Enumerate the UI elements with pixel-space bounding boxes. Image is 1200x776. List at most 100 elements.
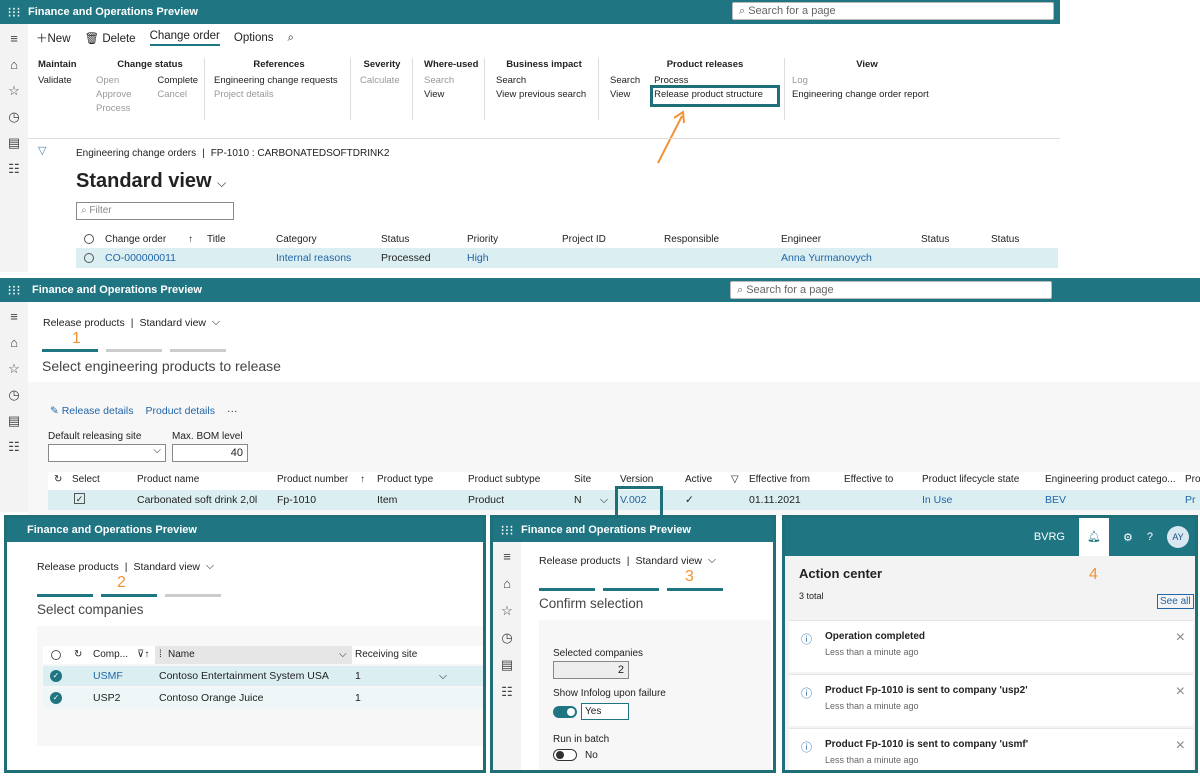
- info-icon: ⓘ: [801, 742, 812, 754]
- release-breadcrumb: Release products | Standard view ⌵: [43, 316, 220, 329]
- help-icon[interactable]: ?: [1147, 531, 1153, 543]
- group-references: References Engineering change requests P…: [214, 58, 344, 102]
- clock-icon[interactable]: ◷: [501, 629, 512, 647]
- where-used-view-button[interactable]: View: [424, 88, 478, 102]
- home-icon[interactable]: ⌂: [10, 334, 18, 352]
- menu-icon[interactable]: ≡: [10, 308, 18, 326]
- waffle-icon[interactable]: ⁝⁝⁝: [0, 4, 28, 21]
- notification-item[interactable]: ⓘ Product Fp-1010 is sent to company 'us…: [789, 674, 1193, 726]
- avatar[interactable]: AY: [1167, 526, 1189, 548]
- table-row[interactable]: CO-000000011 Internal reasons Processed …: [76, 248, 1058, 268]
- group-view: View Log Engineering change order report: [792, 58, 942, 102]
- notification-item[interactable]: ⓘ Operation completed Less than a minute…: [789, 620, 1193, 672]
- table-row[interactable]: ✓ USP2 Contoso Orange Juice 1: [43, 688, 483, 708]
- step4-panel: BVRG 🔔︎ ⚙ ? AY Action center 4 3 total S…: [782, 515, 1198, 773]
- search-placeholder: Search for a page: [748, 5, 836, 17]
- menu-icon[interactable]: ≡: [503, 548, 511, 566]
- process-status-button[interactable]: Process: [96, 102, 131, 116]
- tab-options[interactable]: Options: [234, 32, 274, 44]
- search-icon[interactable]: ⌕: [288, 32, 294, 45]
- infolog-value: Yes: [581, 703, 629, 720]
- open-button[interactable]: Open: [96, 74, 131, 88]
- search-box[interactable]: ⌕ Search for a page: [730, 281, 1052, 299]
- step-number: 2: [117, 574, 126, 591]
- cancel-button[interactable]: Cancel: [157, 88, 198, 102]
- delete-button[interactable]: 🗑 Delete: [85, 31, 136, 45]
- release-action-bar: ✎ Release details Product details ···: [50, 405, 237, 417]
- home-icon[interactable]: ⌂: [10, 56, 18, 74]
- validate-button[interactable]: Validate: [38, 74, 77, 88]
- engineering-change-requests-button[interactable]: Engineering change requests: [214, 74, 344, 88]
- release-search-button[interactable]: Search: [610, 74, 640, 88]
- home-icon[interactable]: ⌂: [503, 575, 511, 593]
- group-severity: Severity Calculate: [360, 58, 404, 88]
- gear-icon[interactable]: ⚙: [1123, 531, 1133, 544]
- page-title[interactable]: Standard view ⌵: [76, 170, 226, 193]
- star-icon[interactable]: ☆: [501, 602, 513, 620]
- action-center-title: Action center: [799, 566, 883, 581]
- step-title: Select engineering products to release: [42, 358, 281, 374]
- bell-icon[interactable]: 🔔︎: [1079, 518, 1109, 556]
- approve-button[interactable]: Approve: [96, 88, 131, 102]
- nav-rail: ≡ ⌂ ☆ ◷ ▤ ☷: [0, 302, 28, 512]
- tab-change-order[interactable]: Change order: [149, 30, 220, 46]
- version-highlight-box: [615, 486, 663, 516]
- complete-button[interactable]: Complete: [157, 74, 198, 88]
- where-used-search-button[interactable]: Search: [424, 74, 478, 88]
- step-number: 3: [685, 568, 694, 585]
- list-icon[interactable]: ☷: [501, 683, 513, 701]
- group-where-used: Where-used Search View: [424, 59, 479, 102]
- change-order-link[interactable]: CO-000000011: [105, 252, 176, 264]
- batch-toggle[interactable]: [553, 749, 577, 761]
- release-details-button[interactable]: ✎ Release details: [50, 405, 134, 417]
- waffle-icon[interactable]: ⁝⁝⁝: [0, 282, 28, 299]
- infolog-toggle[interactable]: [553, 705, 577, 718]
- step-number: 4: [1089, 566, 1098, 583]
- workspace-icon[interactable]: ▤: [8, 412, 20, 430]
- group-business-impact: Business impact Search View previous sea…: [496, 58, 592, 102]
- search-box[interactable]: ⌕ Search for a page: [732, 2, 1054, 20]
- top-action-pane: ＋New 🗑 Delete Change order Options ⌕: [36, 30, 294, 46]
- table-row[interactable]: ✓ USMF Contoso Entertainment System USA …: [43, 666, 483, 686]
- step2-panel: Finance and Operations Preview Release p…: [4, 515, 486, 773]
- star-icon[interactable]: ☆: [8, 360, 20, 378]
- filter-input[interactable]: ⌕ Filter: [76, 202, 234, 220]
- calculate-button[interactable]: Calculate: [360, 74, 404, 88]
- impact-search-button[interactable]: Search: [496, 74, 592, 88]
- max-bom-level-input[interactable]: 40: [172, 444, 248, 462]
- close-icon[interactable]: ×: [1176, 737, 1185, 755]
- selected-companies-field: 2: [553, 661, 629, 679]
- record-name: FP-1010 : CARBONATEDSOFTDRINK2: [210, 148, 390, 159]
- release-app-bar: ⁝⁝⁝ Finance and Operations Preview ⌕ Sea…: [0, 278, 1200, 302]
- company-picker[interactable]: BVRG: [1034, 531, 1065, 543]
- more-icon[interactable]: ···: [227, 405, 238, 417]
- list-icon[interactable]: ☷: [8, 160, 20, 178]
- notification-item[interactable]: ⓘ Product Fp-1010 is sent to company 'us…: [789, 728, 1193, 770]
- group-change-status: Change status Open Approve Process Complet…: [96, 59, 199, 116]
- workspace-icon[interactable]: ▤: [501, 656, 513, 674]
- view-previous-search-button[interactable]: View previous search: [496, 88, 592, 102]
- list-icon[interactable]: ☷: [8, 438, 20, 456]
- clock-icon[interactable]: ◷: [8, 108, 19, 126]
- breadcrumb-link[interactable]: Engineering change orders: [76, 148, 196, 159]
- close-icon[interactable]: ×: [1176, 683, 1185, 701]
- releasing-site-select[interactable]: ⌵: [48, 444, 166, 462]
- product-details-button[interactable]: Product details: [146, 405, 215, 417]
- breadcrumb: Engineering change orders | FP-1010 : CARB…: [76, 148, 390, 159]
- release-view-button[interactable]: View: [610, 88, 640, 102]
- see-all-button[interactable]: See all: [1157, 594, 1194, 609]
- project-details-button[interactable]: Project details: [214, 88, 344, 102]
- app-title: Finance and Operations Preview: [28, 6, 198, 18]
- clock-icon[interactable]: ◷: [8, 386, 19, 404]
- close-icon[interactable]: ×: [1176, 629, 1185, 647]
- info-icon: ⓘ: [801, 688, 812, 700]
- log-button[interactable]: Log: [792, 74, 942, 88]
- menu-icon[interactable]: ≡: [10, 30, 18, 48]
- companies-grid-header: ↻ Comp... ⊽↑ ⁞ Name ⌵ Receiving site: [43, 646, 483, 664]
- workspace-icon[interactable]: ▤: [8, 134, 20, 152]
- filter-icon[interactable]: ▽: [38, 144, 46, 157]
- star-icon[interactable]: ☆: [8, 82, 20, 100]
- info-icon: ⓘ: [801, 634, 812, 646]
- engineering-change-order-report-button[interactable]: Engineering change order report: [792, 88, 942, 102]
- new-button[interactable]: ＋New: [36, 30, 71, 46]
